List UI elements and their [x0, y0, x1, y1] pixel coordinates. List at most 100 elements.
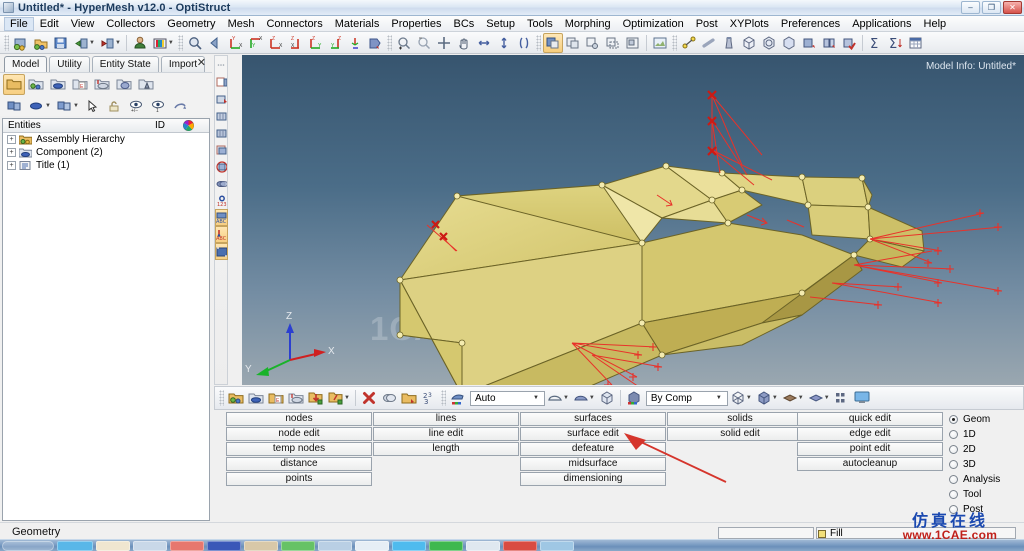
view-isometric-icon[interactable]: [345, 33, 365, 53]
page-delete-icon[interactable]: [215, 90, 228, 107]
zoom-out-icon[interactable]: [414, 33, 434, 53]
taskbar-item-7[interactable]: [281, 540, 315, 551]
graphics-viewport[interactable]: Model Info: Untitled* 1CAE.COM: [242, 55, 1024, 385]
menu-materials[interactable]: Materials: [329, 17, 386, 31]
create-material-icon[interactable]: [286, 388, 306, 408]
panel-button-node-edit[interactable]: node edit: [226, 427, 372, 441]
panel-button-solids[interactable]: solids: [667, 412, 813, 426]
menu-connectors[interactable]: Connectors: [260, 17, 328, 31]
import-model-icon[interactable]: [11, 33, 31, 53]
lock-icon[interactable]: [103, 96, 125, 117]
show-hide-eye-icon[interactable]: +/−: [125, 96, 147, 117]
tree-row-component[interactable]: + Component (2): [3, 146, 209, 159]
view-yz-icon[interactable]: ZY: [325, 33, 345, 53]
radio-3d[interactable]: 3D: [949, 457, 1024, 472]
shaded-solid-icon[interactable]: [571, 388, 591, 408]
mask-group-icon[interactable]: [623, 33, 643, 53]
label-abc-icon[interactable]: ABC: [214, 209, 228, 226]
toolbar-grip-3[interactable]: [386, 34, 392, 51]
view-xy-icon[interactable]: YX: [225, 33, 245, 53]
mesh-mode-arrow-icon[interactable]: ▼: [530, 395, 542, 401]
menu-optimization[interactable]: Optimization: [617, 17, 690, 31]
menu-tools[interactable]: Tools: [521, 17, 559, 31]
renumber-ids-icon[interactable]: 233: [419, 388, 439, 408]
solid-map-icon[interactable]: [779, 33, 799, 53]
menu-setup[interactable]: Setup: [480, 17, 521, 31]
geometry-toolbar-grip-2[interactable]: [440, 390, 446, 406]
display-elements-icon[interactable]: [25, 96, 47, 117]
export-solver-deck-icon[interactable]: [71, 33, 91, 53]
panel-button-points[interactable]: points: [226, 472, 372, 486]
start-button[interactable]: [2, 540, 54, 551]
taskbar-item-14[interactable]: [540, 540, 574, 551]
isolate-eye-icon[interactable]: 1: [147, 96, 169, 117]
summary-sort-icon[interactable]: Σ: [886, 33, 906, 53]
tab-utility[interactable]: Utility: [49, 56, 90, 72]
menu-help[interactable]: Help: [918, 17, 953, 31]
menu-post[interactable]: Post: [690, 17, 724, 31]
exploded-view-icon[interactable]: [832, 388, 852, 408]
mesh-2d-icon[interactable]: [799, 33, 819, 53]
node-create-icon[interactable]: [679, 33, 699, 53]
zoom-in-icon[interactable]: [394, 33, 414, 53]
organize-down-icon[interactable]: [306, 388, 326, 408]
taskbar-item-6[interactable]: [244, 540, 278, 551]
page-window-icon[interactable]: [215, 141, 228, 158]
panel-button-line-edit[interactable]: line edit: [373, 427, 519, 441]
display-elements-dropdown-arrow-icon[interactable]: ▼: [45, 103, 51, 109]
tab-entity-state[interactable]: Entity State: [91, 56, 159, 72]
save-model-icon[interactable]: [51, 33, 71, 53]
fill-indicator[interactable]: Fill: [818, 528, 843, 539]
rotate-horizontal-icon[interactable]: [474, 33, 494, 53]
component-folder-icon[interactable]: [47, 74, 69, 95]
mesh-mode-combo[interactable]: Auto ▼: [469, 390, 545, 406]
page-circle-icon[interactable]: [215, 158, 228, 175]
view-zy-icon[interactable]: ZY: [305, 33, 325, 53]
color-wheel-icon[interactable]: [183, 120, 209, 131]
rotate-vertical-icon[interactable]: [494, 33, 514, 53]
mask-reverse-icon[interactable]: [563, 33, 583, 53]
rotate-free-icon[interactable]: [514, 33, 534, 53]
panel-button-quick-edit[interactable]: quick edit: [797, 412, 943, 426]
user-profile-icon[interactable]: [130, 33, 150, 53]
surface-create-icon[interactable]: [719, 33, 739, 53]
taskbar-item-8[interactable]: [318, 540, 352, 551]
taskbar-item-5[interactable]: [207, 540, 241, 551]
toolbar-grip[interactable]: [4, 34, 9, 51]
duplicate-icon[interactable]: [379, 388, 399, 408]
taskbar-item-10[interactable]: [392, 540, 426, 551]
taskbar-item-9[interactable]: [355, 540, 389, 551]
mask-select-icon[interactable]: [603, 33, 623, 53]
screen-display-icon[interactable]: [852, 388, 872, 408]
page-new-icon[interactable]: [215, 73, 228, 90]
toolbar-grip-2[interactable]: [177, 34, 183, 51]
panel-button-surfaces[interactable]: surfaces: [520, 412, 666, 426]
model-browser-tree[interactable]: Entities ID + Assembly Hierarchy + Compo…: [2, 118, 210, 521]
undo-arrow-icon[interactable]: [169, 96, 191, 117]
zoom-fit-crosshair-icon[interactable]: [434, 33, 454, 53]
mesh-mode-icon[interactable]: [448, 388, 468, 408]
menu-file[interactable]: File: [4, 16, 34, 31]
menu-view[interactable]: View: [65, 17, 101, 31]
solid-cube-icon[interactable]: [597, 388, 617, 408]
restore-button[interactable]: ❐: [982, 1, 1001, 14]
view-layers-icon[interactable]: [215, 175, 228, 192]
menu-collectors[interactable]: Collectors: [100, 17, 161, 31]
panel-button-nodes[interactable]: nodes: [226, 412, 372, 426]
close-button[interactable]: ✕: [1003, 1, 1022, 14]
tree-row-assembly-hierarchy[interactable]: + Assembly Hierarchy: [3, 133, 209, 146]
view-yx-icon[interactable]: XY: [245, 33, 265, 53]
radio-analysis[interactable]: Analysis: [949, 472, 1024, 487]
strip-grip[interactable]: [215, 56, 228, 73]
taskbar-item-4[interactable]: [170, 540, 204, 551]
tree-row-title[interactable]: + Title (1): [3, 159, 209, 172]
expander-icon[interactable]: +: [7, 148, 16, 157]
view-zx-icon[interactable]: ZX: [265, 33, 285, 53]
open-model-icon[interactable]: [31, 33, 51, 53]
menu-mesh[interactable]: Mesh: [222, 17, 261, 31]
menu-preferences[interactable]: Preferences: [775, 17, 846, 31]
close-panel-icon[interactable]: ✕: [197, 56, 206, 69]
minimize-button[interactable]: –: [961, 1, 980, 14]
taskbar-item-3[interactable]: [133, 540, 167, 551]
radio-tool[interactable]: Tool: [949, 487, 1024, 502]
